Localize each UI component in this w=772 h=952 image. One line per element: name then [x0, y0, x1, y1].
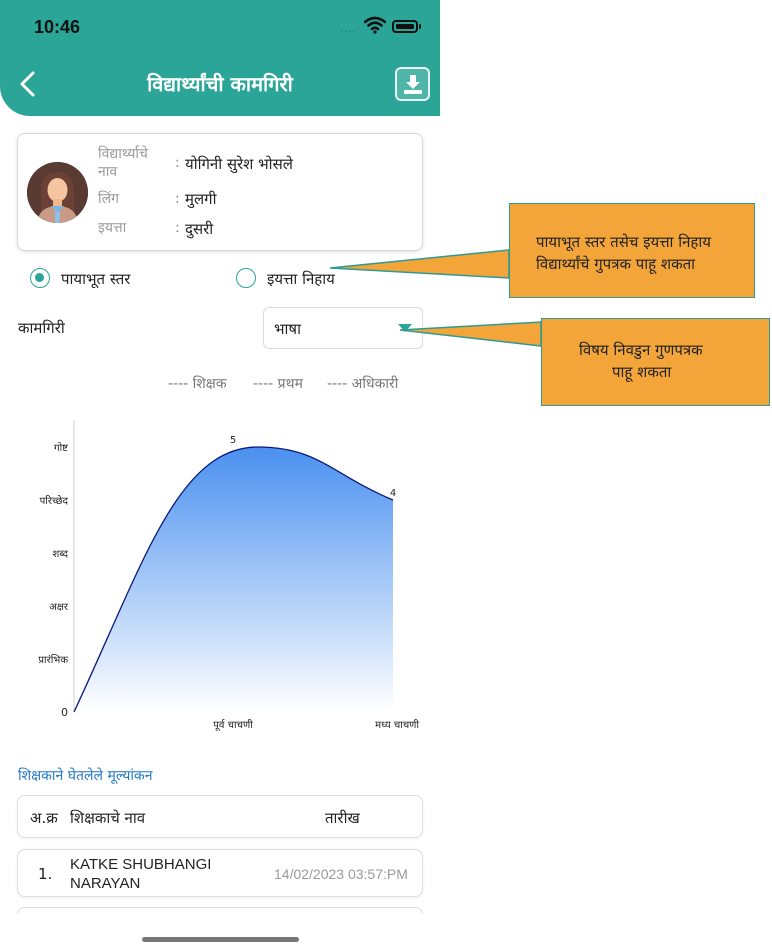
y-tick-label: अक्षर [49, 602, 69, 613]
row-date: 14/02/2023 03:57:PM [274, 866, 408, 882]
evaluation-section-title: शिक्षकाने घेतलेले मूल्यांकन [18, 768, 153, 784]
y-tick-label: गोष्ट [54, 442, 68, 454]
subject-callout: विषय निवडुन गुणपत्रक पाहू शकता [541, 318, 770, 406]
column-date: तारीख [325, 809, 360, 827]
y-tick-label: 0 [61, 706, 68, 719]
row-teacher-name-line1: KATKE SHUBHANGI [70, 856, 212, 873]
radio-callout: पायाभूत स्तर तसेच इयत्ता निहाय विद्यार्थ… [509, 203, 755, 298]
subject-callout-pointer [399, 321, 542, 347]
y-tick-label: शब्द [53, 549, 69, 560]
x-tick-label: मध्य चाचणी [375, 719, 419, 731]
subject-callout-line1: विषय निवडुन गुणपत्रक [579, 341, 703, 359]
radio-callout-line2: विद्यार्थ्यांचे गुपत्रक पाहू शकता [536, 255, 696, 273]
column-teacher-name: शिक्षकाचे नाव [70, 809, 146, 827]
x-tick-label: पूर्व चाचणी [213, 719, 253, 731]
y-tick-label: परिच्छेद [40, 495, 69, 507]
evaluation-table-header: अ.क्र शिक्षकाचे नाव तारीख [17, 795, 423, 838]
bottom-safe-area [0, 914, 440, 952]
radio-callout-line1: पायाभूत स्तर तसेच इयत्ता निहाय [536, 233, 711, 251]
data-label: 5 [230, 435, 236, 446]
row-teacher-name-line2: NARAYAN [70, 875, 141, 892]
y-tick-label: प्रारंभिक [38, 654, 68, 666]
performance-chart: 0 प्रारंभिक अक्षर शब्द परिच्छेद गोष्ट पूर्व चा… [38, 420, 419, 731]
column-index: अ.क्र [30, 809, 58, 827]
table-row[interactable]: 1. KATKE SHUBHANGI NARAYAN 14/02/2023 03… [17, 849, 423, 897]
home-indicator[interactable] [142, 937, 299, 942]
data-label: 4 [390, 488, 396, 499]
row-index: 1. [38, 865, 53, 883]
radio-callout-pointer [329, 249, 510, 279]
subject-callout-line2: पाहू शकता [612, 363, 672, 381]
series-area [74, 447, 393, 712]
